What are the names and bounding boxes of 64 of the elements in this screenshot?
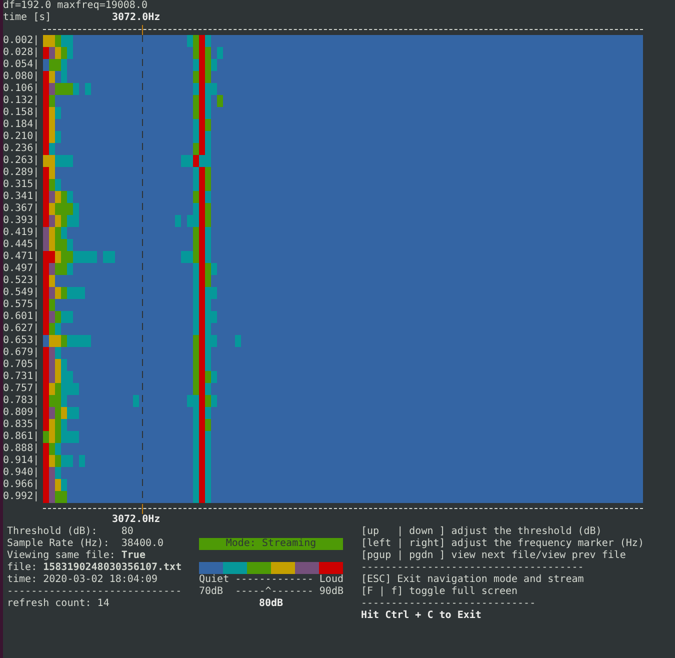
time-label: 0.210|: [3, 131, 40, 143]
time-label: 0.080|: [3, 71, 40, 83]
exit-hint: Hit Ctrl + C to Exit: [361, 610, 482, 622]
spectrum-info: df=192.0 maxfreq=19008.0: [3, 0, 148, 12]
help-line: [F | f] toggle full screen: [361, 586, 519, 598]
help-line: [ESC] Exit navigation mode and stream: [361, 574, 585, 586]
time-label: 0.315|: [3, 179, 40, 191]
mode-indicator: Mode: Streaming: [199, 538, 343, 550]
time-label: 0.940|: [3, 467, 40, 479]
time-label: 0.158|: [3, 107, 40, 119]
threshold-value: 80dB: [258, 598, 284, 610]
status-line: -----------------------------: [7, 586, 183, 598]
time-label: 0.393|: [3, 215, 40, 227]
frequency-marker: [142, 25, 143, 35]
time-label: 0.236|: [3, 143, 40, 155]
axis-label: time [s]: [3, 12, 52, 24]
status-line: Viewing same file: True: [7, 550, 146, 562]
time-label: 0.341|: [3, 191, 40, 203]
time-label: 0.705|: [3, 359, 40, 371]
time-label: 0.497|: [3, 263, 40, 275]
time-label: 0.184|: [3, 119, 40, 131]
time-label: 0.132|: [3, 95, 40, 107]
time-label: 0.549|: [3, 287, 40, 299]
time-label: 0.106|: [3, 83, 40, 95]
time-label: 0.627|: [3, 323, 40, 335]
help-line: [pgup | pgdn ] view next file/view prev file: [361, 550, 627, 562]
legend-scale: Quiet ------------- Loud: [199, 574, 344, 586]
time-label: 0.445|: [3, 239, 40, 251]
help-line: [left | right] adjust the frequency marker (Hz): [361, 538, 645, 550]
help-line: -----------------------------: [361, 598, 537, 610]
time-label: 0.861|: [3, 431, 40, 443]
time-label: 0.002|: [3, 35, 40, 47]
time-label: 0.054|: [3, 59, 40, 71]
frequency-marker-label: 3072.0Hz: [112, 12, 162, 24]
time-label: 0.914|: [3, 455, 40, 467]
time-label: 0.028|: [3, 47, 40, 59]
time-label: 0.966|: [3, 479, 40, 491]
status-line: Threshold (dB): 80: [7, 526, 134, 538]
time-label: 0.523|: [3, 275, 40, 287]
time-label: 0.419|: [3, 227, 40, 239]
time-label: 0.888|: [3, 443, 40, 455]
time-label: 0.809|: [3, 407, 40, 419]
status-line: file: 1583190248030356107.txt: [7, 562, 183, 574]
status-line: Sample Rate (Hz): 38400.0: [7, 538, 165, 550]
time-label: 0.731|: [3, 371, 40, 383]
time-label: 0.575|: [3, 299, 40, 311]
time-label: 0.471|: [3, 251, 40, 263]
time-label: 0.601|: [3, 311, 40, 323]
help-line: [up | down ] adjust the threshold (dB): [361, 526, 603, 538]
time-label: 0.263|: [3, 155, 40, 167]
time-label: 0.653|: [3, 335, 40, 347]
time-label: 0.757|: [3, 383, 40, 395]
legend-range: 70dB -----^------- 90dB: [199, 586, 344, 598]
frequency-marker: [142, 504, 143, 514]
time-label: 0.367|: [3, 203, 40, 215]
time-label: 0.835|: [3, 419, 40, 431]
frequency-marker-label: 3072.0Hz: [112, 514, 162, 526]
time-label: 0.289|: [3, 167, 40, 179]
status-line: time: 2020-03-02 18:04:09: [7, 574, 159, 586]
time-label: 0.679|: [3, 347, 40, 359]
status-line: refresh count: 14: [7, 598, 110, 610]
help-line: -------------------------------------: [361, 562, 585, 574]
time-label: 0.783|: [3, 395, 40, 407]
time-label: 0.992|: [3, 491, 40, 503]
